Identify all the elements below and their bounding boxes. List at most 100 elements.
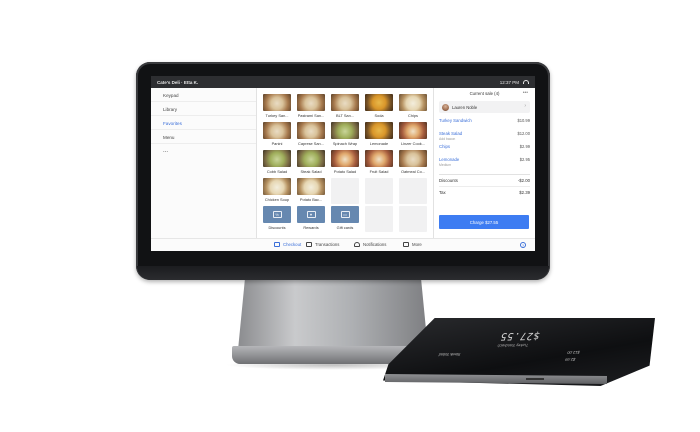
tab-label: Transactions bbox=[315, 242, 340, 247]
action-label: Gift cards bbox=[336, 225, 354, 230]
discounts-row[interactable]: Discounts -$2.00 bbox=[439, 174, 530, 184]
discounts-button[interactable]: % Discounts bbox=[262, 205, 292, 233]
gift-cards-button[interactable]: ▭ Gift cards bbox=[330, 205, 360, 233]
discounts-tile-face: % bbox=[263, 206, 291, 223]
line-item[interactable]: Chips $2.99 bbox=[439, 144, 530, 157]
line-item[interactable]: Turkey Sandwich $10.99 bbox=[439, 118, 530, 131]
rewards-button[interactable]: ♥ Rewards bbox=[296, 205, 326, 233]
action-label: Rewards bbox=[303, 225, 319, 230]
cookie-photo bbox=[399, 150, 427, 167]
sandwich-photo bbox=[297, 94, 325, 111]
item-tile[interactable]: Caprese San... bbox=[296, 121, 326, 149]
customer-name: Lauren Noble bbox=[452, 104, 478, 110]
reader-line-price: $2.99 bbox=[564, 356, 577, 363]
sidebar-item-keypad[interactable]: Keypad bbox=[151, 88, 256, 102]
gift-cards-tile-face: ▭ bbox=[331, 206, 359, 223]
line-item-text: Steak Salad Add bacon bbox=[439, 131, 462, 141]
charge-button[interactable]: Charge $27.55 bbox=[439, 215, 529, 229]
item-tile[interactable]: Chicken Soup bbox=[262, 177, 292, 205]
tab-label: More bbox=[412, 242, 422, 247]
gift-card-icon: ▭ bbox=[340, 211, 350, 218]
bell-icon bbox=[354, 242, 360, 247]
item-tile[interactable]: BLT San... bbox=[330, 93, 360, 121]
empty-tile[interactable] bbox=[364, 177, 394, 205]
empty-slot bbox=[399, 206, 427, 232]
drink-photo bbox=[365, 94, 393, 111]
item-tile[interactable]: Spinach Wrap bbox=[330, 121, 360, 149]
item-tile[interactable]: Oatmeal Co... bbox=[398, 149, 428, 177]
item-tile[interactable]: Chips bbox=[398, 93, 428, 121]
item-tile[interactable]: Lemonade bbox=[364, 121, 394, 149]
tab-notifications[interactable]: Notifications bbox=[354, 242, 386, 247]
salad-photo bbox=[263, 150, 291, 167]
empty-slot bbox=[365, 206, 393, 232]
tab-label: Notifications bbox=[363, 242, 387, 247]
item-label: Linzer Cook... bbox=[400, 141, 425, 146]
card-icon bbox=[306, 242, 312, 247]
sidebar: Keypad Library Favorites Menu ... bbox=[151, 88, 257, 238]
card-reader-slot bbox=[526, 378, 544, 380]
line-item-price: $2.95 bbox=[519, 157, 530, 162]
customer-row[interactable]: Lauren Noble › bbox=[439, 101, 530, 113]
discounts-label: Discounts bbox=[439, 178, 458, 183]
more-options-icon[interactable]: ••• bbox=[523, 90, 528, 96]
tab-checkout[interactable]: Checkout bbox=[274, 242, 301, 247]
discount-tag-icon: % bbox=[272, 211, 282, 218]
status-bar: Cate's Deli · Etta K. 12:37 PM bbox=[151, 76, 535, 88]
sandwich-photo bbox=[263, 122, 291, 139]
sidebar-item-menu[interactable]: Menu bbox=[151, 130, 256, 144]
line-item-price: $2.99 bbox=[519, 144, 530, 149]
cookie-photo bbox=[399, 122, 427, 139]
item-label: Potato Bac... bbox=[299, 197, 323, 202]
item-tile[interactable]: Soda bbox=[364, 93, 394, 121]
item-tile[interactable]: Fruit Salad bbox=[364, 149, 394, 177]
line-item[interactable]: Lemonade Medium $2.95 bbox=[439, 157, 530, 170]
line-item[interactable]: Steak Salad Add bacon $12.00 bbox=[439, 131, 530, 144]
menu-icon bbox=[403, 242, 409, 247]
item-label: Chips bbox=[408, 113, 418, 118]
fruit-photo bbox=[365, 150, 393, 167]
item-tile[interactable]: Panini bbox=[262, 121, 292, 149]
empty-tile[interactable] bbox=[398, 177, 428, 205]
discounts-value: -$2.00 bbox=[517, 178, 530, 183]
empty-tile[interactable] bbox=[364, 205, 394, 233]
item-label: Chicken Soup bbox=[264, 197, 290, 202]
empty-tile[interactable] bbox=[398, 205, 428, 233]
salad-photo bbox=[297, 150, 325, 167]
bottom-nav: Checkout Transactions Notifications More… bbox=[151, 238, 535, 251]
item-tile[interactable]: Cobb Salad bbox=[262, 149, 292, 177]
item-tile[interactable]: Turkey San... bbox=[262, 93, 292, 121]
item-label: Oatmeal Co... bbox=[400, 169, 425, 174]
item-label: Fruit Salad bbox=[369, 169, 389, 174]
pos-screen: Cate's Deli · Etta K. 12:37 PM Keypad Li… bbox=[151, 76, 535, 251]
cart-title: Current sale (4) bbox=[469, 91, 500, 96]
tab-transactions[interactable]: Transactions bbox=[306, 242, 339, 247]
line-item-name: Steak Salad bbox=[439, 131, 463, 136]
action-label: Discounts bbox=[268, 225, 286, 230]
line-item-name: Chips bbox=[439, 144, 450, 149]
item-tile[interactable]: Linzer Cook... bbox=[398, 121, 428, 149]
help-icon[interactable]: ? bbox=[520, 242, 526, 248]
line-items: Turkey Sandwich $10.99 Steak Salad Add ba… bbox=[439, 118, 530, 170]
item-label: Pastrami San... bbox=[297, 113, 325, 118]
tax-value: $2.39 bbox=[519, 190, 530, 195]
tablet-chin bbox=[137, 266, 549, 280]
rewards-heart-icon: ♥ bbox=[306, 211, 316, 218]
empty-slot bbox=[365, 178, 393, 204]
reader-subtitle: Turkey Sandwich bbox=[496, 342, 529, 349]
sidebar-item-library[interactable]: Library bbox=[151, 102, 256, 116]
item-tile[interactable]: Steak Salad bbox=[296, 149, 326, 177]
item-tile[interactable]: Potato Bac... bbox=[296, 177, 326, 205]
business-name: Cate's Deli · Etta K. bbox=[157, 79, 199, 85]
tax-label: Tax bbox=[439, 190, 446, 195]
tab-more[interactable]: More bbox=[403, 242, 422, 247]
empty-slot bbox=[399, 178, 427, 204]
salad-photo bbox=[331, 150, 359, 167]
item-tile[interactable]: Pastrami San... bbox=[296, 93, 326, 121]
sidebar-item-favorites[interactable]: Favorites bbox=[151, 116, 256, 130]
sidebar-item-more[interactable]: ... bbox=[151, 144, 256, 158]
item-label: Panini bbox=[271, 141, 283, 146]
item-tile[interactable]: Potato Salad bbox=[330, 149, 360, 177]
item-label: Turkey San... bbox=[265, 113, 289, 118]
empty-tile[interactable] bbox=[330, 177, 360, 205]
